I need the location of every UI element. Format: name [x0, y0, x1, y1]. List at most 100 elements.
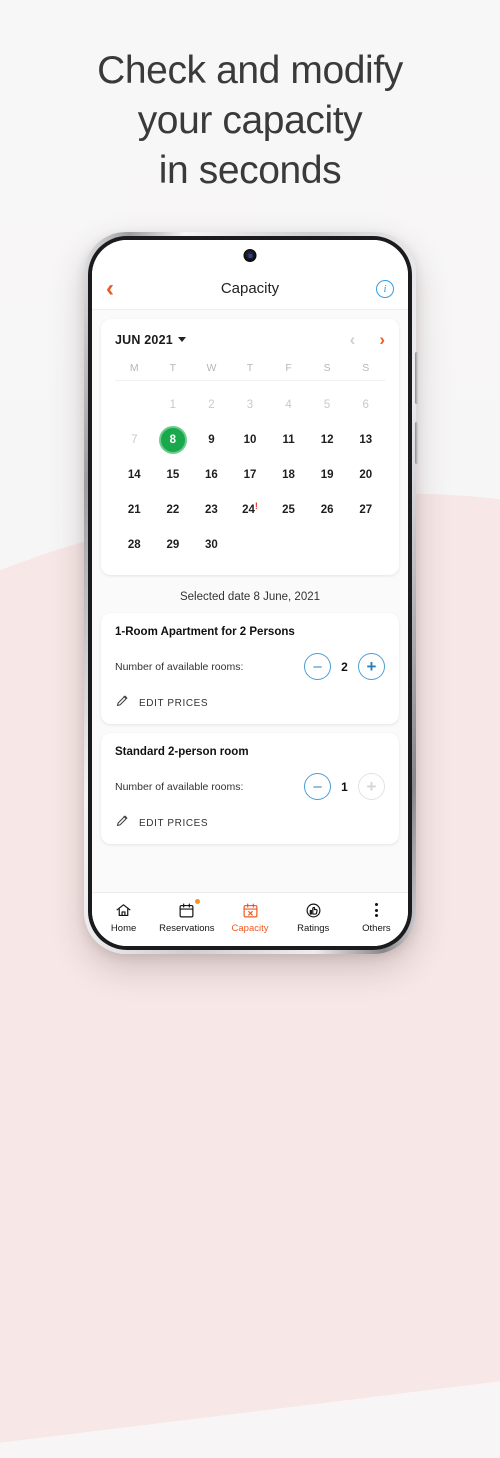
- day-number: 18: [282, 469, 295, 481]
- calendar-day-20[interactable]: 20: [346, 460, 385, 490]
- phone-mockup: ‹ Capacity i JUN 2021 ‹ › M T W T F S S …: [84, 232, 418, 954]
- calendar-day-25[interactable]: 25: [269, 495, 308, 525]
- room-card: Standard 2-person room Number of availabl…: [101, 733, 399, 844]
- calendar-day-6[interactable]: 6: [346, 390, 385, 420]
- calendar-day-8[interactable]: 8: [154, 425, 193, 455]
- calendar-day-10[interactable]: 10: [231, 425, 270, 455]
- nav-label: Home: [110, 922, 137, 934]
- day-number: 27: [359, 504, 373, 516]
- day-number: 29: [166, 539, 180, 551]
- available-rooms-label: Number of available rooms:: [115, 660, 244, 673]
- status-bar: [92, 240, 408, 268]
- edit-prices-label: EDIT PRICES: [139, 817, 209, 829]
- calendar-day-13[interactable]: 13: [346, 425, 385, 455]
- calendar-day-21[interactable]: 21: [115, 495, 154, 525]
- nav-item-others[interactable]: Others: [345, 902, 408, 934]
- available-rooms-label: Number of available rooms:: [115, 780, 244, 793]
- headline-line-1: Check and modify: [97, 49, 403, 92]
- calendar-icon: [178, 898, 201, 919]
- selected-date-label: Selected date 8 June, 2021: [179, 591, 321, 603]
- nav-label: Reservations: [159, 922, 215, 934]
- day-alert-icon: !: [254, 501, 258, 511]
- calendar-day-15[interactable]: 15: [154, 460, 193, 490]
- calendar-day-18[interactable]: 18: [269, 460, 308, 490]
- day-number: 6: [362, 399, 369, 411]
- calendar-day-1[interactable]: 1: [154, 390, 193, 420]
- volume-button: [415, 352, 418, 404]
- decrement-button[interactable]: –: [304, 773, 331, 800]
- day-number: 5: [323, 399, 331, 411]
- calendar-day-16[interactable]: 16: [192, 460, 231, 490]
- day-number: 13: [359, 434, 373, 446]
- calendar-week: 1 2 3 4 5 6: [115, 390, 385, 420]
- calendar-card: JUN 2021 ‹ › MTWTFSS 1 2 3 4 5 6 7 8 9 10 11 12 13 14…: [101, 319, 399, 575]
- calendar-day-30[interactable]: 30: [192, 530, 231, 560]
- calendar-day-29[interactable]: 29: [154, 530, 193, 560]
- calendar-day-9[interactable]: 9: [192, 425, 231, 455]
- notification-badge: [195, 898, 201, 904]
- chevron-down-icon: [177, 336, 186, 342]
- weekday-0: M: [129, 362, 139, 374]
- calendar-day-22[interactable]: 22: [154, 495, 193, 525]
- day-number: 23: [205, 504, 218, 516]
- month-label: JUN 2021: [115, 332, 173, 347]
- day-number: 22: [166, 504, 180, 516]
- calendar-day-empty: [231, 530, 270, 560]
- calendar-day-5[interactable]: 5: [308, 390, 347, 420]
- room-list: 1-Room Apartment for 2 Persons Number of …: [101, 613, 399, 844]
- phone-screen: ‹ Capacity i JUN 2021 ‹ › M T W T F S S …: [92, 240, 408, 946]
- weekday-5: S: [323, 362, 331, 374]
- calendar-day-2[interactable]: 2: [192, 390, 231, 420]
- day-number: 11: [282, 434, 295, 446]
- day-number: 19: [320, 469, 334, 481]
- calendar-grid: 1 2 3 4 5 6 7 8 9 10 11 12 13 14 15 16 17 18 19 20 21 22 23 24!…: [115, 380, 385, 560]
- weekday-1: T: [169, 362, 177, 374]
- day-number: 25: [282, 504, 295, 516]
- quantity-stepper: –1 +: [304, 773, 385, 800]
- edit-prices-button[interactable]: EDIT PRICES: [115, 813, 385, 833]
- day-number: 24: [242, 504, 255, 516]
- nav-item-capacity[interactable]: Capacity: [218, 902, 281, 934]
- front-camera-icon: [243, 249, 257, 262]
- calendar-day-24[interactable]: 24!: [231, 495, 270, 525]
- increment-button: +: [358, 773, 385, 800]
- increment-button[interactable]: +: [358, 653, 385, 680]
- weekday-header: MTWTFSS: [115, 362, 385, 374]
- prev-month-button[interactable]: ‹: [350, 331, 356, 348]
- day-number: 15: [166, 469, 180, 481]
- thumbs-up-circle-icon: [305, 902, 322, 919]
- room-title: Standard 2-person room: [115, 746, 249, 758]
- app-content: JUN 2021 ‹ › MTWTFSS 1 2 3 4 5 6 7 8 9 10 11 12 13 14…: [92, 310, 408, 892]
- nav-item-ratings[interactable]: Ratings: [282, 902, 345, 934]
- weekday-6: S: [362, 362, 370, 374]
- quantity-value: 2: [341, 659, 348, 674]
- calendar-day-12[interactable]: 12: [308, 425, 347, 455]
- calendar-day-23[interactable]: 23: [192, 495, 231, 525]
- day-number: 3: [246, 399, 254, 411]
- calendar-day-14[interactable]: 14: [115, 460, 154, 490]
- edit-prices-label: EDIT PRICES: [139, 697, 209, 709]
- day-number: 17: [243, 469, 257, 481]
- edit-prices-button[interactable]: EDIT PRICES: [115, 693, 385, 713]
- next-month-button[interactable]: ›: [379, 331, 385, 348]
- pencil-icon: [115, 813, 130, 833]
- calendar-day-7[interactable]: 7: [115, 425, 154, 455]
- day-number: 1: [169, 399, 177, 411]
- calendar-day-28[interactable]: 28: [115, 530, 154, 560]
- calendar-day-11[interactable]: 11: [269, 425, 308, 455]
- power-button: [415, 422, 418, 464]
- calendar-week: 28 29 30: [115, 530, 385, 560]
- nav-item-home[interactable]: Home: [92, 902, 155, 934]
- calendar-week: 14 15 16 17 18 19 20: [115, 460, 385, 490]
- month-selector[interactable]: JUN 2021: [115, 333, 186, 347]
- poster-headline: Check and modify your capacity in second…: [0, 46, 500, 196]
- calendar-day-3[interactable]: 3: [231, 390, 270, 420]
- calendar-day-26[interactable]: 26: [308, 495, 347, 525]
- calendar-day-27[interactable]: 27: [346, 495, 385, 525]
- calendar-day-19[interactable]: 19: [308, 460, 347, 490]
- day-number: 12: [320, 434, 334, 446]
- calendar-day-4[interactable]: 4: [269, 390, 308, 420]
- calendar-day-17[interactable]: 17: [231, 460, 270, 490]
- decrement-button[interactable]: –: [304, 653, 331, 680]
- nav-item-reservations[interactable]: Reservations: [155, 898, 218, 934]
